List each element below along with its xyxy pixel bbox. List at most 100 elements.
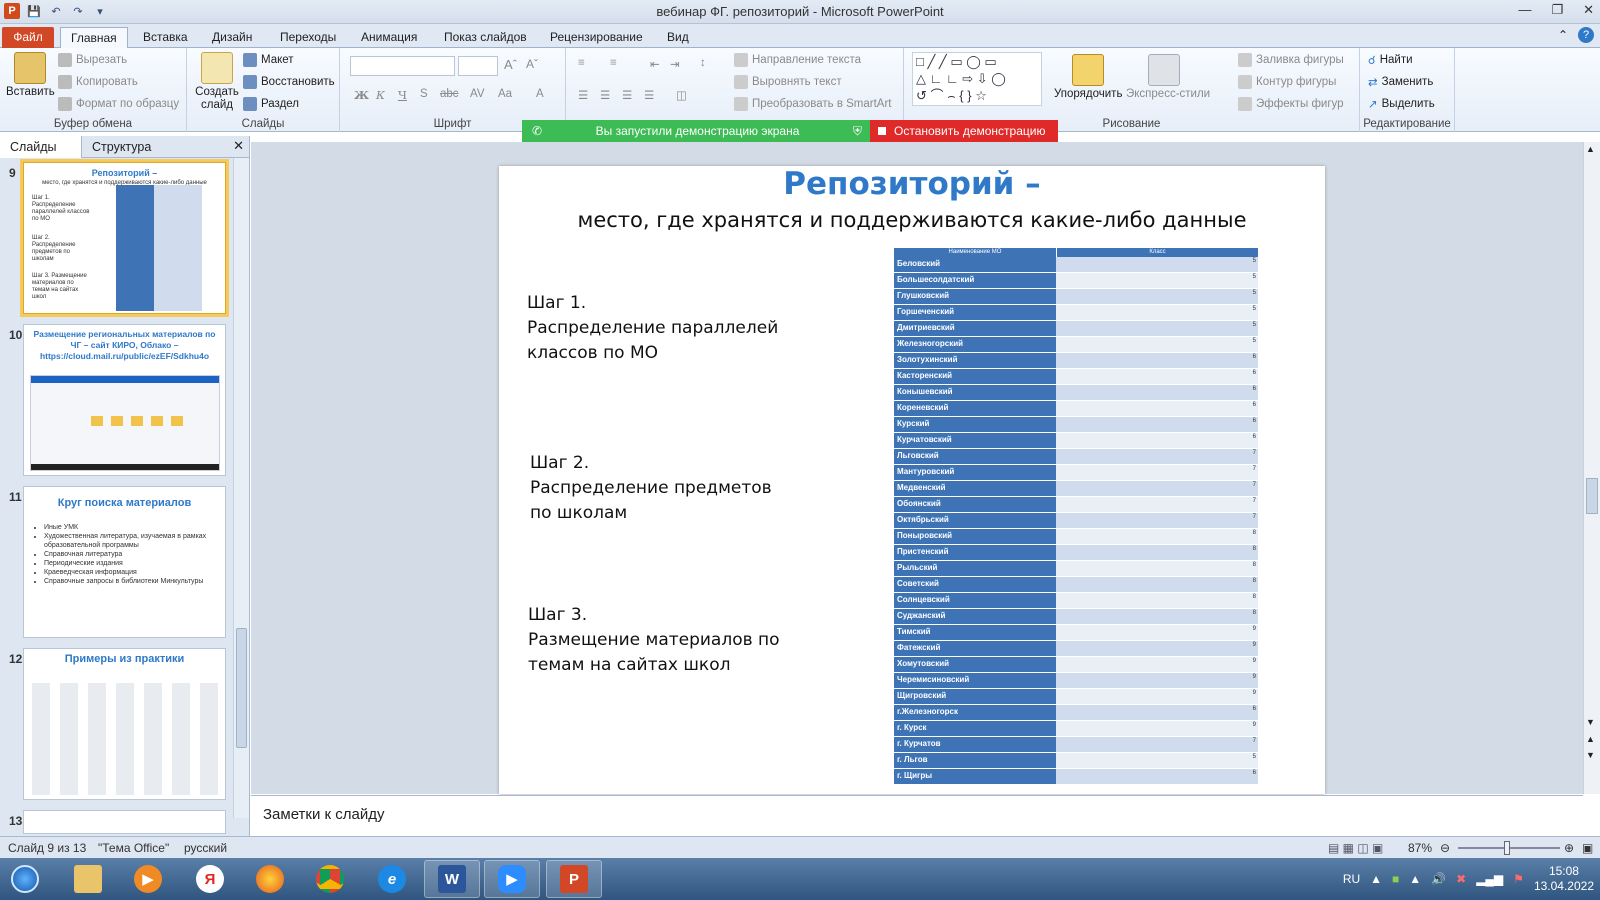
network-icon[interactable]: ▲ (1409, 872, 1421, 886)
layout-button[interactable]: Макет (261, 54, 294, 66)
text-direction-button[interactable]: Направление текста (752, 54, 861, 66)
taskbar-yandex[interactable]: Я (182, 860, 238, 898)
taskbar-chrome[interactable] (302, 860, 358, 898)
next-slide-icon[interactable]: ▼ (1586, 750, 1595, 760)
arrange-icon[interactable] (1072, 54, 1104, 86)
shape-fill-button[interactable]: Заливка фигуры (1256, 54, 1344, 66)
fit-slide-icon[interactable]: ▣ (1582, 841, 1593, 855)
clock[interactable]: 15:08 13.04.2022 (1534, 864, 1594, 894)
help-icon[interactable]: ? (1578, 27, 1594, 43)
zoom-level[interactable]: 87% (1408, 841, 1432, 855)
bullets-icon[interactable]: ≡ (578, 57, 585, 69)
restore-icon[interactable]: ❐ (1551, 2, 1563, 18)
taskbar-ie[interactable]: e (364, 860, 420, 898)
volume-icon[interactable]: 🔊 (1431, 872, 1446, 886)
shrink-font-icon[interactable]: Aˇ (526, 57, 538, 71)
new-slide-button[interactable]: Создать слайд (193, 86, 241, 112)
taskbar-powerpoint[interactable]: P (546, 860, 602, 898)
no-network-icon[interactable]: ✖ (1456, 872, 1466, 886)
mo-table[interactable]: Наименование МО Класс Беловский 5 Большесо… (894, 248, 1258, 785)
taskbar-explorer[interactable] (60, 860, 116, 898)
tab-file[interactable]: Файл (2, 27, 54, 48)
language-indicator[interactable]: RU (1343, 872, 1360, 886)
section-button[interactable]: Раздел (261, 98, 299, 110)
stop-screenshare-button[interactable]: Остановить демонстрацию (870, 120, 1058, 142)
zoom-in-icon[interactable]: ⊕ (1564, 841, 1574, 855)
shape-outline-button[interactable]: Контур фигуры (1256, 76, 1336, 88)
step-2[interactable]: Шаг 2. Распределение предметов по школам (530, 451, 772, 526)
slide-thumb-12[interactable]: Примеры из практики (23, 648, 226, 800)
align-right-icon[interactable]: ☰ (622, 88, 632, 102)
taskbar-firefox[interactable] (242, 860, 298, 898)
italic-icon[interactable]: К (376, 88, 385, 102)
paste-button[interactable]: Вставить (6, 86, 55, 98)
tab-design[interactable]: Дизайн (202, 27, 262, 48)
tab-view[interactable]: Вид (657, 27, 699, 48)
language[interactable]: русский (184, 841, 227, 855)
collapse-ribbon-icon[interactable]: ⌃ (1558, 28, 1568, 42)
quick-styles-button[interactable]: Экспресс-стили (1126, 88, 1210, 100)
font-size-select[interactable] (458, 56, 498, 76)
slide-thumb-11[interactable]: Круг поиска материалов Иные УМК Художест… (23, 486, 226, 638)
indent-inc-icon[interactable]: ⇥ (670, 57, 680, 71)
format-painter-button[interactable]: Формат по образцу (76, 98, 179, 110)
align-text-button[interactable]: Выровнять текст (752, 76, 842, 88)
grow-font-icon[interactable]: Aˆ (504, 57, 517, 72)
slide-scroll-thumb[interactable] (1586, 478, 1598, 514)
tab-slides[interactable]: Слайды (0, 136, 82, 158)
tab-animation[interactable]: Анимация (351, 27, 427, 48)
reset-button[interactable]: Восстановить (261, 76, 335, 88)
taskbar-zoom[interactable]: ▶ (484, 860, 540, 898)
zoom-slider[interactable] (1458, 841, 1560, 855)
justify-icon[interactable]: ☰ (644, 88, 654, 102)
signal-icon[interactable]: ▂▄▆ (1476, 872, 1503, 886)
bold-icon[interactable]: Ж (354, 88, 369, 102)
numbering-icon[interactable]: ≡ (610, 57, 617, 69)
select-button[interactable]: Выделить (1382, 98, 1435, 110)
indent-dec-icon[interactable]: ⇤ (650, 57, 660, 71)
case-icon[interactable]: Aa (498, 88, 512, 100)
tab-slideshow[interactable]: Показ слайдов (434, 27, 537, 48)
font-name-select[interactable] (350, 56, 455, 76)
arrange-button[interactable]: Упорядочить (1054, 88, 1122, 100)
shape-effects-button[interactable]: Эффекты фигур (1256, 98, 1344, 110)
underline-icon[interactable]: Ч (398, 88, 407, 102)
strike-icon[interactable]: abc (440, 88, 459, 100)
smartart-button[interactable]: Преобразовать в SmartArt (752, 98, 892, 110)
tab-home[interactable]: Главная (60, 27, 128, 48)
paste-icon[interactable] (14, 52, 46, 84)
prev-slide-icon[interactable]: ▲ (1586, 734, 1595, 744)
view-buttons[interactable]: ▤ ▦ ◫ ▣ (1328, 841, 1383, 855)
start-button[interactable] (2, 860, 48, 898)
slide-thumb-9[interactable]: Репозиторий – место, где хранятся и подд… (20, 159, 229, 317)
slide-thumb-10[interactable]: Размещение региональных материалов по ЧГ… (23, 324, 226, 476)
shapes-gallery[interactable]: □ ╱ ╱ ▭ ◯ ▭ △ ∟ ∟ ⇨ ⇩ ◯ ↺ ⌒ ⌢ { } ☆ (912, 52, 1042, 106)
align-left-icon[interactable]: ☰ (578, 88, 588, 102)
shadow-icon[interactable]: S (420, 88, 428, 100)
slide-title[interactable]: Репозиторий – (499, 166, 1325, 202)
tab-transitions[interactable]: Переходы (270, 27, 346, 48)
notes-pane[interactable]: Заметки к слайду (251, 795, 1583, 835)
taskbar-media[interactable]: ▶ (120, 860, 176, 898)
close-pane-icon[interactable]: ✕ (233, 138, 244, 154)
taskbar-word[interactable]: W (424, 860, 480, 898)
slide-subtitle[interactable]: место, где хранятся и поддерживаются как… (499, 208, 1325, 232)
line-spacing-icon[interactable]: ↕ (700, 57, 706, 69)
tray-expand-icon[interactable]: ▲ (1370, 872, 1382, 886)
find-button[interactable]: Найти (1380, 54, 1413, 66)
action-center-icon[interactable]: ⚑ (1513, 872, 1524, 886)
slide[interactable]: Репозиторий – место, где хранятся и подд… (499, 166, 1325, 794)
slides-scrollbar[interactable] (233, 158, 249, 818)
replace-button[interactable]: Заменить (1382, 76, 1434, 88)
step-3[interactable]: Шаг 3. Размещение материалов по темам на… (528, 603, 780, 678)
align-center-icon[interactable]: ☰ (600, 88, 610, 102)
scroll-up-icon[interactable]: ▲ (1586, 144, 1595, 154)
zoom-slider-handle[interactable] (1504, 841, 1510, 855)
antivirus-icon[interactable]: ■ (1392, 872, 1399, 886)
spacing-icon[interactable]: AV (470, 88, 485, 100)
slide-scrollbar[interactable]: ▲ ▼ ▲ ▼ (1583, 142, 1600, 794)
tab-insert[interactable]: Вставка (133, 27, 198, 48)
font-color-icon[interactable]: A (536, 88, 544, 100)
close-icon[interactable]: ✕ (1583, 2, 1594, 18)
slide-thumb-13[interactable] (23, 810, 226, 834)
